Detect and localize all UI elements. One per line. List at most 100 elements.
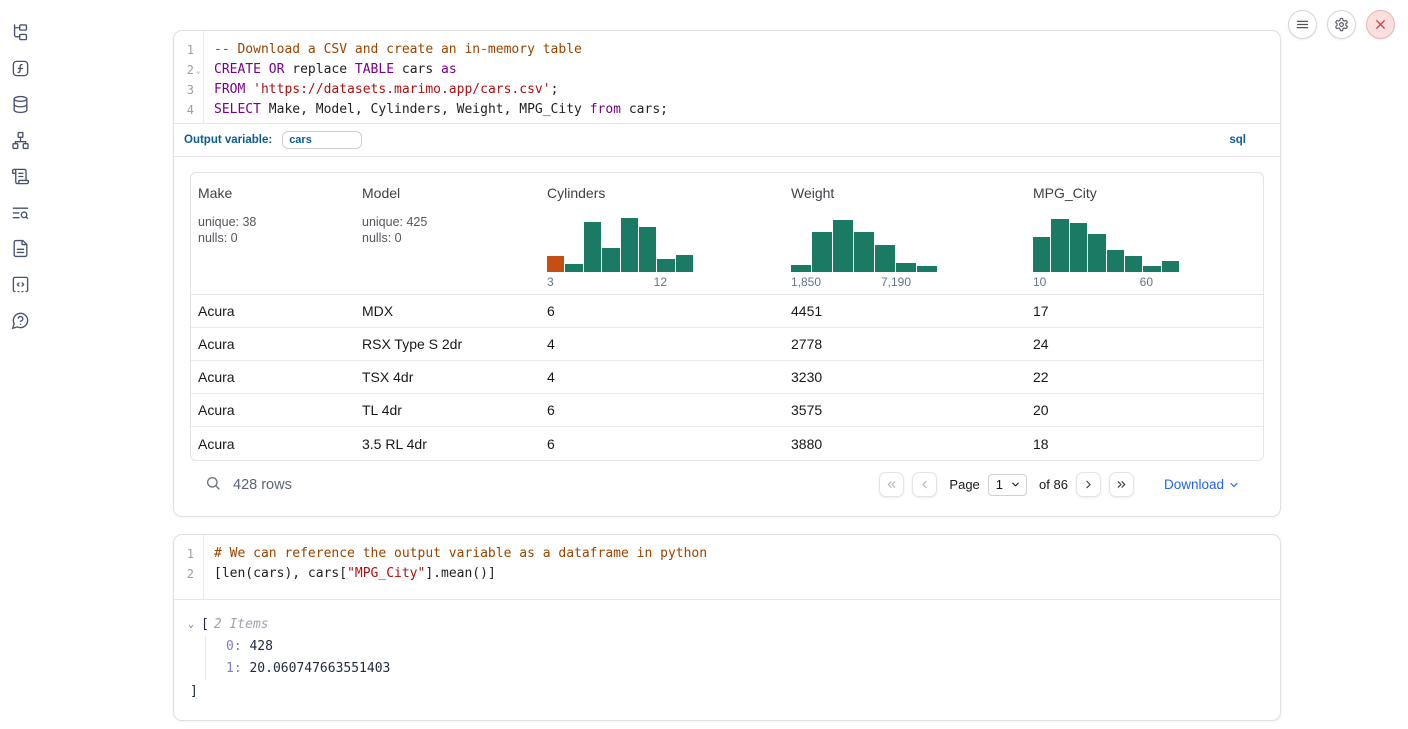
python-editor[interactable]: 12 # We can reference the output variabl… — [174, 535, 1280, 600]
histogram-bar[interactable] — [791, 265, 811, 272]
table-cell: 6 — [540, 436, 784, 452]
table-cell: 20 — [1026, 402, 1263, 418]
histogram-bar[interactable] — [565, 264, 582, 272]
scratchpad-icon[interactable] — [8, 272, 32, 296]
table-row[interactable]: AcuraTSX 4dr4323022 — [191, 361, 1263, 394]
next-page-button[interactable] — [1076, 472, 1101, 497]
fold-chevron-icon[interactable]: ⌄ — [194, 66, 203, 75]
histogram-min-label: 3 — [547, 275, 554, 289]
table-cell: 6 — [540, 402, 784, 418]
line-number-gutter: 12 — [174, 535, 204, 599]
last-page-button[interactable] — [1109, 472, 1134, 497]
table-cell: Acura — [191, 303, 355, 319]
histogram-bar[interactable] — [584, 222, 601, 272]
list-item: 1: 20.060747663551403 — [226, 658, 1264, 680]
histogram-min-label: 10 — [1033, 275, 1046, 289]
code-line[interactable]: -- Download a CSV and create an in-memor… — [214, 40, 1280, 60]
histogram-bar[interactable] — [621, 218, 638, 272]
column-name[interactable]: MPG_City — [1033, 185, 1263, 201]
histogram-bar[interactable] — [917, 266, 937, 272]
documentation-icon[interactable] — [8, 236, 32, 260]
column-name[interactable]: Model — [362, 185, 540, 201]
histogram-bar[interactable] — [639, 227, 656, 272]
settings-button[interactable] — [1327, 10, 1356, 39]
histogram-max-label: 7,190 — [881, 275, 911, 289]
histogram-bar[interactable] — [875, 245, 895, 272]
table-row[interactable]: Acura3.5 RL 4dr6388018 — [191, 427, 1263, 460]
first-page-button[interactable] — [879, 472, 904, 497]
logs-search-icon[interactable] — [8, 200, 32, 224]
histogram-bar[interactable] — [896, 263, 916, 272]
helper-panel-sidebar — [8, 20, 32, 332]
collapse-icon[interactable]: ⌄ — [188, 614, 201, 635]
histogram-bar[interactable] — [1125, 256, 1142, 272]
page-select[interactable]: 1 — [988, 474, 1027, 496]
histogram-bar[interactable] — [1088, 234, 1105, 272]
table-cell: MDX — [355, 303, 540, 319]
histogram-max-label: 60 — [1140, 275, 1153, 289]
column-histogram[interactable]: 1,8507,190 — [791, 216, 937, 294]
table-cell: TSX 4dr — [355, 369, 540, 385]
table-cell: 17 — [1026, 303, 1263, 319]
sql-code-content[interactable]: -- Download a CSV and create an in-memor… — [204, 31, 1280, 123]
histogram-bar[interactable] — [1162, 261, 1179, 272]
code-line[interactable]: # We can reference the output variable a… — [214, 544, 1280, 564]
column-name[interactable]: Weight — [791, 185, 1026, 201]
histogram-bar[interactable] — [547, 256, 564, 272]
download-button[interactable]: Download — [1164, 477, 1240, 492]
histogram-max-label: 12 — [654, 275, 667, 289]
histogram-bar[interactable] — [657, 259, 674, 272]
snippets-icon[interactable] — [8, 164, 32, 188]
column-stats: unique: 425nulls: 0 — [362, 214, 540, 246]
table-cell: Acura — [191, 402, 355, 418]
python-cell: 12 # We can reference the output variabl… — [173, 534, 1281, 721]
datasources-icon[interactable] — [8, 92, 32, 116]
function-square-icon[interactable] — [8, 56, 32, 80]
table-cell: 6 — [540, 303, 784, 319]
table-row[interactable]: AcuraRSX Type S 2dr4277824 — [191, 328, 1263, 361]
table-cell: 3575 — [784, 402, 1026, 418]
python-code-content[interactable]: # We can reference the output variable a… — [204, 535, 1280, 599]
shutdown-button[interactable] — [1366, 10, 1395, 39]
table-footer: 428 rows Page 1 of 86 Download — [190, 461, 1264, 508]
histogram-bar[interactable] — [676, 255, 693, 272]
histogram-bar[interactable] — [854, 232, 874, 272]
table-cell: 22 — [1026, 369, 1263, 385]
histogram-bar[interactable] — [1143, 266, 1160, 272]
column-header: Make unique: 38nulls: 0 — [191, 185, 355, 294]
prev-page-button[interactable] — [912, 472, 937, 497]
histogram-bar[interactable] — [1107, 250, 1124, 272]
code-line[interactable]: SELECT Make, Model, Cylinders, Weight, M… — [214, 100, 1280, 120]
close-bracket: ] — [190, 681, 1264, 702]
table-row[interactable]: AcuraTL 4dr6357520 — [191, 394, 1263, 427]
file-explorer-icon[interactable] — [8, 20, 32, 44]
code-line[interactable]: [len(cars), cars["MPG_City"].mean()] — [214, 564, 1280, 584]
notebook: 12⌄34 -- Download a CSV and create an in… — [173, 30, 1281, 721]
column-stats: unique: 38nulls: 0 — [198, 214, 355, 246]
table-row[interactable]: AcuraMDX6445117 — [191, 295, 1263, 328]
sql-editor[interactable]: 12⌄34 -- Download a CSV and create an in… — [174, 31, 1280, 124]
list-item: 0: 428 — [226, 636, 1264, 658]
histogram-bar[interactable] — [833, 220, 853, 272]
code-line[interactable]: FROM 'https://datasets.marimo.app/cars.c… — [214, 80, 1280, 100]
menu-button[interactable] — [1288, 10, 1317, 39]
column-name[interactable]: Make — [198, 185, 355, 201]
column-histogram[interactable]: 3 12 — [547, 216, 693, 294]
table-cell: TL 4dr — [355, 402, 540, 418]
table-cell: Acura — [191, 336, 355, 352]
help-icon[interactable] — [8, 308, 32, 332]
pagination: Page 1 of 86 Download — [879, 472, 1240, 497]
column-name[interactable]: Cylinders — [547, 185, 784, 201]
histogram-bar[interactable] — [1070, 223, 1087, 272]
code-line[interactable]: CREATE OR replace TABLE cars as — [214, 60, 1280, 80]
column-histogram[interactable]: 10 60 — [1033, 216, 1179, 294]
dependency-graph-icon[interactable] — [8, 128, 32, 152]
histogram-bar[interactable] — [1051, 219, 1068, 272]
histogram-bar[interactable] — [602, 248, 619, 272]
output-variable-input[interactable] — [282, 131, 362, 149]
search-icon[interactable] — [205, 475, 221, 495]
table-cell: 3880 — [784, 436, 1026, 452]
table-cell: 3230 — [784, 369, 1026, 385]
histogram-bar[interactable] — [1033, 237, 1050, 272]
histogram-bar[interactable] — [812, 232, 832, 272]
